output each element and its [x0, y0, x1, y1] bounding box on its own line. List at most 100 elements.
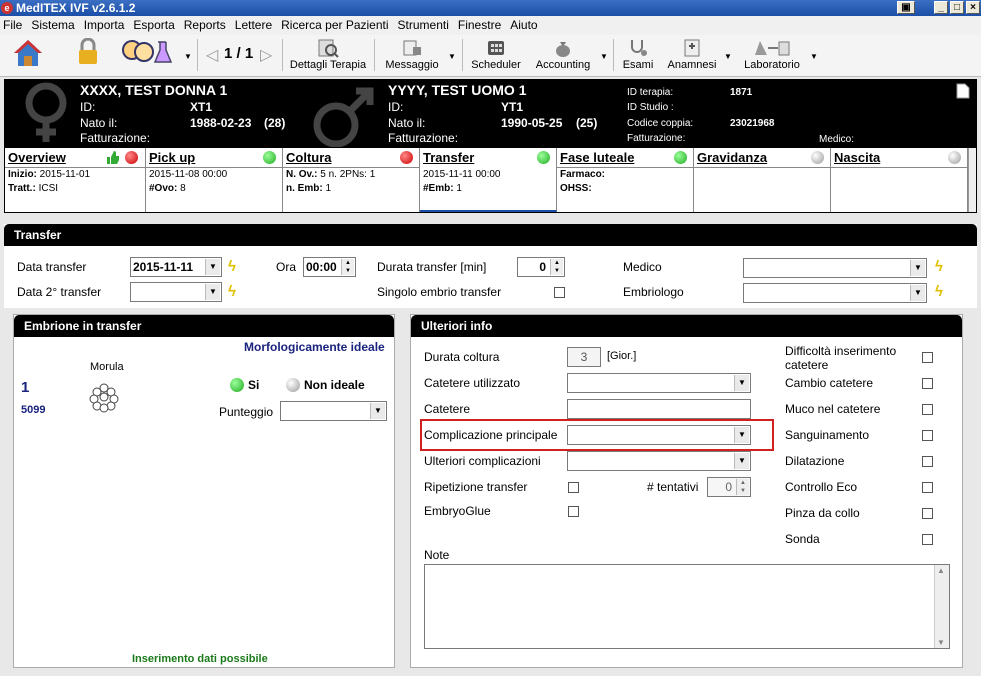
- pager: 1 / 1: [224, 45, 254, 62]
- esami-button[interactable]: Esami: [619, 35, 657, 75]
- catetere-util-select[interactable]: ▼: [567, 373, 751, 393]
- tab-nascita[interactable]: Nascita: [831, 148, 968, 212]
- therapy-details-icon: [318, 39, 339, 58]
- catetere-field[interactable]: [567, 399, 751, 419]
- menu-reports[interactable]: Reports: [181, 16, 232, 35]
- female-id: XT1: [190, 100, 213, 114]
- chevron-down-icon[interactable]: ▼: [734, 453, 749, 469]
- tab-overview[interactable]: Overview Inizio: 2015-11-01 Tratt.: ICSI: [5, 148, 146, 212]
- lightning-icon[interactable]: ϟ: [228, 259, 244, 275]
- note-textarea[interactable]: ▲ ▼: [424, 564, 950, 649]
- single-embryo-checkbox[interactable]: [554, 287, 565, 298]
- tab-transfer[interactable]: Transfer 2015-11-11 00:00 #Emb: 1: [420, 148, 557, 212]
- minimize-button[interactable]: _: [934, 1, 948, 14]
- menu-ricerca[interactable]: Ricerca per Pazienti: [278, 16, 394, 35]
- anamnesi-label: Anamnesi: [667, 59, 717, 71]
- durata-transfer-field[interactable]: 0 ▲ ▼: [517, 257, 565, 277]
- home-button[interactable]: [10, 35, 46, 75]
- date-value: 2015-11-11: [133, 260, 194, 274]
- embryoglue-checkbox[interactable]: [568, 506, 579, 517]
- chevron-down-icon[interactable]: ▼: [370, 403, 385, 419]
- therapy-id: 1871: [730, 87, 753, 98]
- menu-finestre[interactable]: Finestre: [455, 16, 507, 35]
- lightning-icon[interactable]: ϟ: [935, 284, 951, 300]
- spinner-icon[interactable]: ▲ ▼: [550, 259, 563, 275]
- next-icon[interactable]: ▷: [260, 45, 272, 65]
- dilatazione-checkbox[interactable]: [922, 456, 933, 467]
- chevron-down-icon[interactable]: ▼: [205, 284, 220, 300]
- chevron-down-icon[interactable]: ▼: [724, 52, 732, 61]
- chevron-down-icon[interactable]: ▼: [600, 52, 608, 61]
- chevron-down-icon[interactable]: ▼: [910, 285, 925, 301]
- messaggio-button[interactable]: Messaggio: [380, 35, 444, 75]
- muco-checkbox[interactable]: [922, 404, 933, 415]
- durata-value: 0: [539, 260, 546, 274]
- dettagli-terapia-button[interactable]: Dettagli Terapia: [288, 35, 368, 75]
- menu-lettere[interactable]: Lettere: [232, 16, 278, 35]
- prev-icon[interactable]: ◁: [206, 45, 218, 65]
- complicazione-select[interactable]: ▼: [567, 425, 751, 445]
- tab-fase-luteale[interactable]: Fase luteale Farmaco: OHSS:: [557, 148, 694, 212]
- tab-pickup[interactable]: Pick up 2015-11-08 00:00 #Ovo: 8: [146, 148, 283, 212]
- punteggio-select[interactable]: ▼: [280, 401, 387, 421]
- chevron-down-icon[interactable]: ▼: [734, 427, 749, 443]
- lightning-icon[interactable]: ϟ: [935, 259, 951, 275]
- tab-coltura[interactable]: Coltura N. Ov.: 5 n. 2PNs: 1 n. Emb: 1: [283, 148, 420, 212]
- patient-header: XXXX, TEST DONNA 1 ID: XT1 Nato il: 1988…: [4, 79, 977, 147]
- chevron-down-icon[interactable]: ▼: [184, 52, 192, 61]
- ripetizione-checkbox[interactable]: [568, 482, 579, 493]
- tentativi-field[interactable]: 0 ▲ ▼: [707, 477, 751, 497]
- accounting-button[interactable]: Accounting: [530, 35, 596, 75]
- note-scrollbar[interactable]: ▲ ▼: [934, 565, 949, 648]
- menu-file[interactable]: File: [0, 16, 28, 35]
- date2-field[interactable]: ▼: [130, 282, 222, 302]
- non-ideale-radio[interactable]: [286, 378, 300, 392]
- tabs-scrollbar[interactable]: [968, 148, 976, 212]
- patients-button[interactable]: [118, 35, 178, 75]
- ulteriori-compl-select[interactable]: ▼: [567, 451, 751, 471]
- spinner-icon[interactable]: ▲ ▼: [736, 479, 749, 495]
- menu-esporta[interactable]: Esporta: [130, 16, 180, 35]
- embriologo-label: Embriologo: [623, 285, 684, 299]
- durata-coltura-field[interactable]: 3: [567, 347, 601, 367]
- sanguinamento-checkbox[interactable]: [922, 430, 933, 441]
- document-icon[interactable]: [956, 83, 970, 99]
- scroll-down-icon[interactable]: ▼: [937, 638, 945, 647]
- embriologo-select[interactable]: ▼: [743, 283, 927, 303]
- male-name: YYYY, TEST UOMO 1: [388, 82, 527, 98]
- chevron-down-icon[interactable]: ▼: [205, 259, 220, 275]
- chevron-down-icon[interactable]: ▼: [810, 52, 818, 61]
- date-transfer-field[interactable]: 2015-11-11 ▼: [130, 257, 222, 277]
- laboratorio-button[interactable]: Laboratorio: [738, 35, 806, 75]
- medical-record-icon: [684, 39, 700, 57]
- sonda-checkbox[interactable]: [922, 534, 933, 545]
- menu-importa[interactable]: Importa: [81, 16, 131, 35]
- anamnesi-button[interactable]: Anamnesi: [664, 35, 720, 75]
- camera-icon[interactable]: ▣: [897, 1, 915, 14]
- maximize-button[interactable]: □: [950, 1, 964, 14]
- medico-select[interactable]: ▼: [743, 258, 927, 278]
- lock-button[interactable]: [73, 35, 103, 75]
- pinza-checkbox[interactable]: [922, 508, 933, 519]
- ora-field[interactable]: 00:00 ▲ ▼: [303, 257, 356, 277]
- embryo-code: 5099: [21, 404, 46, 416]
- chevron-down-icon[interactable]: ▼: [448, 52, 456, 61]
- close-button[interactable]: ×: [966, 1, 980, 14]
- menu-sistema[interactable]: Sistema: [28, 16, 80, 35]
- chevron-down-icon[interactable]: ▼: [910, 260, 925, 276]
- tab-gravidanza[interactable]: Gravidanza: [694, 148, 831, 212]
- scheduler-button[interactable]: Scheduler: [468, 35, 524, 75]
- controllo-eco-checkbox[interactable]: [922, 482, 933, 493]
- scroll-up-icon[interactable]: ▲: [937, 566, 945, 575]
- chevron-down-icon[interactable]: ▼: [734, 375, 749, 391]
- difficolta-checkbox[interactable]: [922, 352, 933, 363]
- menu-aiuto[interactable]: Aiuto: [507, 16, 543, 35]
- therapy-id-label: ID terapia:: [627, 87, 674, 98]
- ripetizione-label: Ripetizione transfer: [424, 480, 528, 494]
- menu-strumenti[interactable]: Strumenti: [395, 16, 455, 35]
- spinner-icon[interactable]: ▲ ▼: [341, 259, 354, 275]
- cambio-checkbox[interactable]: [922, 378, 933, 389]
- si-radio[interactable]: [230, 378, 244, 392]
- embryo-panel: Embrione in transfer Morfologicamente id…: [13, 314, 395, 668]
- lightning-icon[interactable]: ϟ: [228, 284, 244, 300]
